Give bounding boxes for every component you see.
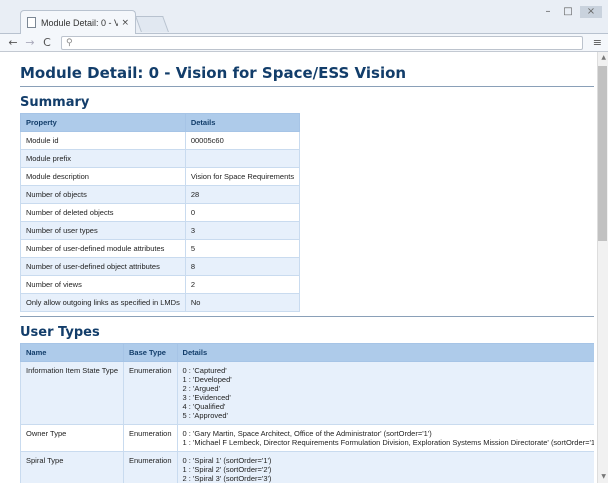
details-cell: 2 (184, 275, 301, 294)
detail-line: 0 : 'Captured' (182, 366, 227, 375)
menu-icon[interactable]: ≡ (593, 36, 602, 49)
reload-icon[interactable]: C (40, 35, 54, 51)
base-type-cell: Enumeration (123, 424, 178, 452)
table-row: Spiral Type Enumeration 0 : 'Spiral 1' (so… (20, 451, 594, 483)
property-cell: Number of views (20, 275, 186, 294)
user-types-table: Name Base Type Details Information Item … (20, 343, 594, 483)
tab-title: Module Detail: 0 - Vision f (41, 17, 119, 28)
browser-tab[interactable]: Module Detail: 0 - Vision f × (20, 10, 136, 34)
base-type-cell: Enumeration (123, 451, 178, 483)
table-row: Module description Vision for Space Requi… (20, 167, 301, 186)
detail-line: 2 : 'Spiral 3' (sortOrder='3') (182, 474, 272, 483)
details-cell: 0 : 'Spiral 1' (sortOrder='1') 1 : 'Spira… (176, 451, 594, 483)
scroll-down-icon[interactable]: ▼ (601, 473, 606, 480)
name-cell: Spiral Type (20, 451, 124, 483)
property-cell: Number of user-defined object attributes (20, 257, 186, 276)
table-row: Module prefix (20, 149, 301, 168)
detail-line: 1 : 'Michael F Lembeck, Director Require… (182, 438, 594, 447)
property-cell: Number of user-defined module attributes (20, 239, 186, 258)
details-cell: 5 (184, 239, 301, 258)
table-row: Number of user-defined object attributes… (20, 257, 301, 276)
detail-line: 5 : 'Approved' (182, 411, 228, 420)
base-type-cell: Enumeration (123, 361, 178, 425)
detail-line: 2 : 'Argued' (182, 384, 221, 393)
property-cell: Module id (20, 131, 186, 150)
table-row: Number of views 2 (20, 275, 301, 294)
details-cell: 8 (184, 257, 301, 276)
details-cell: Vision for Space Requirements (184, 167, 301, 186)
user-types-heading: User Types (20, 325, 100, 340)
details-cell (184, 149, 301, 168)
close-window-button[interactable]: × (580, 6, 602, 18)
detail-line: 0 : 'Spiral 1' (sortOrder='1') (182, 456, 272, 465)
page-content: Module Detail: 0 - Vision for Space/ESS … (20, 52, 594, 483)
summary-heading: Summary (20, 95, 90, 110)
details-cell: 0 (184, 203, 301, 222)
details-cell: 0 : 'Captured' 1 : 'Developed' 2 : 'Argued… (176, 361, 594, 425)
detail-line: 1 : 'Developed' (182, 375, 232, 384)
detail-line: 1 : 'Spiral 2' (sortOrder='2') (182, 465, 272, 474)
property-cell: Number of deleted objects (20, 203, 186, 222)
back-icon[interactable]: ← (6, 35, 20, 51)
address-bar[interactable]: ⚲ (61, 35, 583, 50)
column-header-details: Details (184, 113, 301, 132)
column-header-details: Details (176, 343, 594, 362)
table-row: Information Item State Type Enumeration 0 … (20, 361, 594, 425)
column-header-property: Property (20, 113, 186, 132)
property-cell: Number of objects (20, 185, 186, 204)
details-cell: 28 (184, 185, 301, 204)
detail-line: 3 : 'Evidenced' (182, 393, 231, 402)
window-controls: – □ × (536, 6, 602, 18)
property-cell: Number of user types (20, 221, 186, 240)
browser-toolbar: ← → C ⚲ ≡ (0, 34, 608, 52)
property-cell: Module description (20, 167, 186, 186)
table-row: Number of deleted objects 0 (20, 203, 301, 222)
property-cell: Only allow outgoing links as specified i… (20, 293, 186, 312)
detail-line: 4 : 'Qualified' (182, 402, 226, 411)
forward-icon[interactable]: → (23, 35, 37, 51)
column-header-name: Name (20, 343, 124, 362)
table-row: Module id 00005c60 (20, 131, 301, 150)
page-title: Module Detail: 0 - Vision for Space/ESS … (20, 64, 594, 87)
table-row: Owner Type Enumeration 0 : 'Gary Martin, S… (20, 424, 594, 452)
table-row: Number of user-defined module attributes… (20, 239, 301, 258)
search-icon: ⚲ (66, 37, 73, 48)
section-divider (20, 316, 594, 317)
tab-close-icon[interactable]: × (121, 18, 129, 28)
details-cell: 3 (184, 221, 301, 240)
table-row: Number of user types 3 (20, 221, 301, 240)
browser-titlebar: Module Detail: 0 - Vision f × – □ × (0, 0, 608, 34)
details-cell: No (184, 293, 301, 312)
property-cell: Module prefix (20, 149, 186, 168)
table-row: Only allow outgoing links as specified i… (20, 293, 301, 312)
details-cell: 0 : 'Gary Martin, Space Architect, Offic… (176, 424, 594, 452)
table-row: Number of objects 28 (20, 185, 301, 204)
details-cell: 00005c60 (184, 131, 301, 150)
restore-button[interactable]: □ (560, 6, 576, 18)
scroll-up-icon[interactable]: ▲ (601, 54, 606, 61)
scrollbar-thumb[interactable] (598, 66, 607, 241)
minimize-button[interactable]: – (540, 6, 556, 18)
summary-table: Property Details Module id 00005c60 Module… (20, 113, 301, 312)
name-cell: Owner Type (20, 424, 124, 452)
name-cell: Information Item State Type (20, 361, 124, 425)
detail-line: 0 : 'Gary Martin, Space Architect, Offic… (182, 429, 432, 438)
new-tab-button[interactable] (135, 16, 169, 32)
page-icon (27, 17, 36, 28)
column-header-base-type: Base Type (123, 343, 178, 362)
